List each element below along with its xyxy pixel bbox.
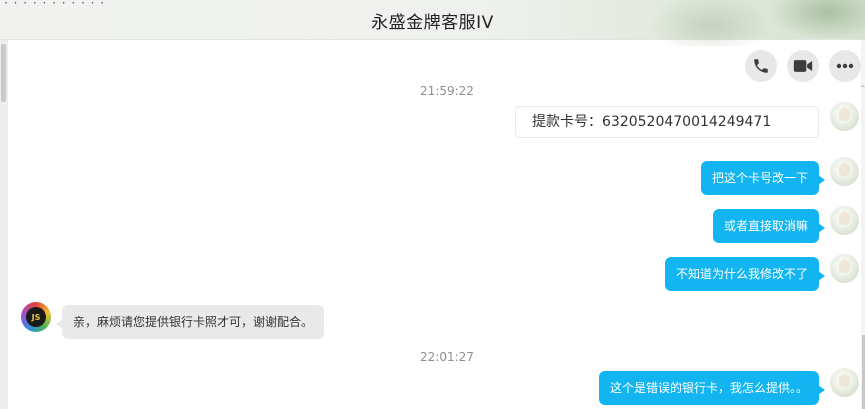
user-avatar[interactable] bbox=[830, 157, 859, 186]
outgoing-message: 把这个卡号改一下 bbox=[700, 161, 826, 195]
incoming-message: 亲，麻烦请您提供银行卡照才可，谢谢配合。 bbox=[55, 305, 325, 339]
video-call-button[interactable] bbox=[787, 50, 819, 82]
outgoing-message: 这个是错误的银行卡，我怎么提供。。 bbox=[598, 371, 826, 405]
more-dots-icon bbox=[836, 63, 854, 69]
outgoing-message: 不知道为什么我修改不了 bbox=[664, 257, 826, 291]
voice-call-button[interactable] bbox=[745, 50, 777, 82]
video-camera-icon bbox=[793, 60, 813, 72]
user-avatar[interactable] bbox=[830, 102, 859, 131]
withdrawal-card-message: 提款卡号：6320520470014249471 bbox=[515, 106, 819, 138]
more-options-button[interactable] bbox=[829, 50, 861, 82]
title-bar: · · · · · · · · · · · 永盛金牌客服IV bbox=[0, 0, 865, 46]
user-avatar[interactable] bbox=[830, 368, 859, 397]
user-avatar[interactable] bbox=[830, 254, 859, 283]
outgoing-message: 或者直接取消嘛 bbox=[712, 209, 826, 243]
agent-avatar[interactable]: JS bbox=[21, 302, 51, 332]
window-title: 永盛金牌客服IV bbox=[371, 13, 494, 33]
message-timestamp: 21:59:22 bbox=[420, 84, 474, 98]
phone-icon bbox=[754, 59, 768, 73]
user-avatar[interactable] bbox=[830, 206, 859, 235]
message-timestamp: 22:01:27 bbox=[420, 350, 474, 364]
agent-avatar-logo: JS bbox=[26, 307, 46, 327]
